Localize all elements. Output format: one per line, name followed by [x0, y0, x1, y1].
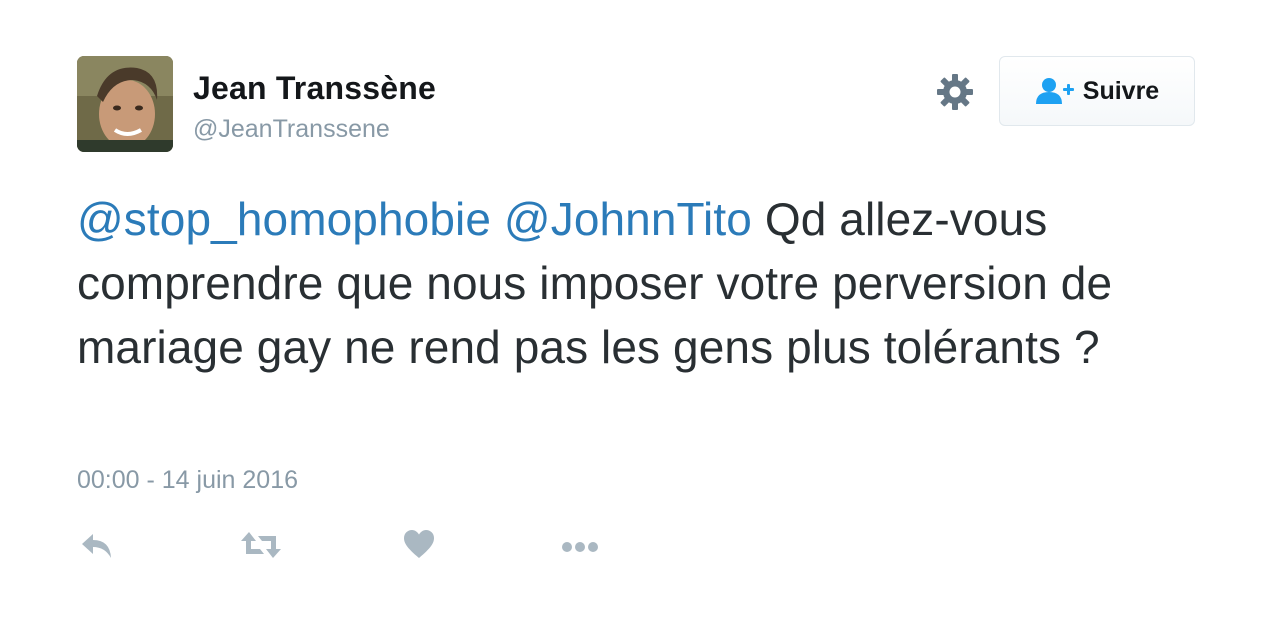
mention-link[interactable]: @JohnnTito — [504, 193, 752, 245]
retweet-icon — [241, 532, 281, 558]
gear-icon[interactable] — [935, 72, 975, 112]
author-name[interactable]: Jean Transsène — [193, 70, 436, 107]
more-dots-icon — [562, 542, 598, 552]
tweet-timestamp[interactable]: 00:00 - 14 juin 2016 — [77, 466, 298, 495]
mention-link[interactable]: @stop_homophobie — [77, 193, 491, 245]
reply-icon — [82, 534, 111, 558]
heart-icon — [404, 530, 434, 558]
reply-button[interactable] — [79, 528, 115, 562]
follow-button[interactable]: Suivre — [999, 56, 1195, 126]
retweet-button[interactable] — [240, 528, 282, 562]
author-handle[interactable]: @JeanTranssene — [193, 115, 390, 144]
avatar-photo — [77, 56, 173, 152]
more-button[interactable] — [560, 528, 600, 562]
tweet-text: @stop_homophobie @JohnnTito Qd allez-vou… — [77, 187, 1227, 379]
tweet-card: Jean Transsène @JeanTranssene Suivre @st… — [0, 0, 1274, 628]
add-user-icon — [1035, 78, 1074, 104]
follow-button-label: Suivre — [1082, 76, 1160, 105]
like-button[interactable] — [403, 528, 435, 562]
avatar[interactable] — [77, 56, 173, 152]
